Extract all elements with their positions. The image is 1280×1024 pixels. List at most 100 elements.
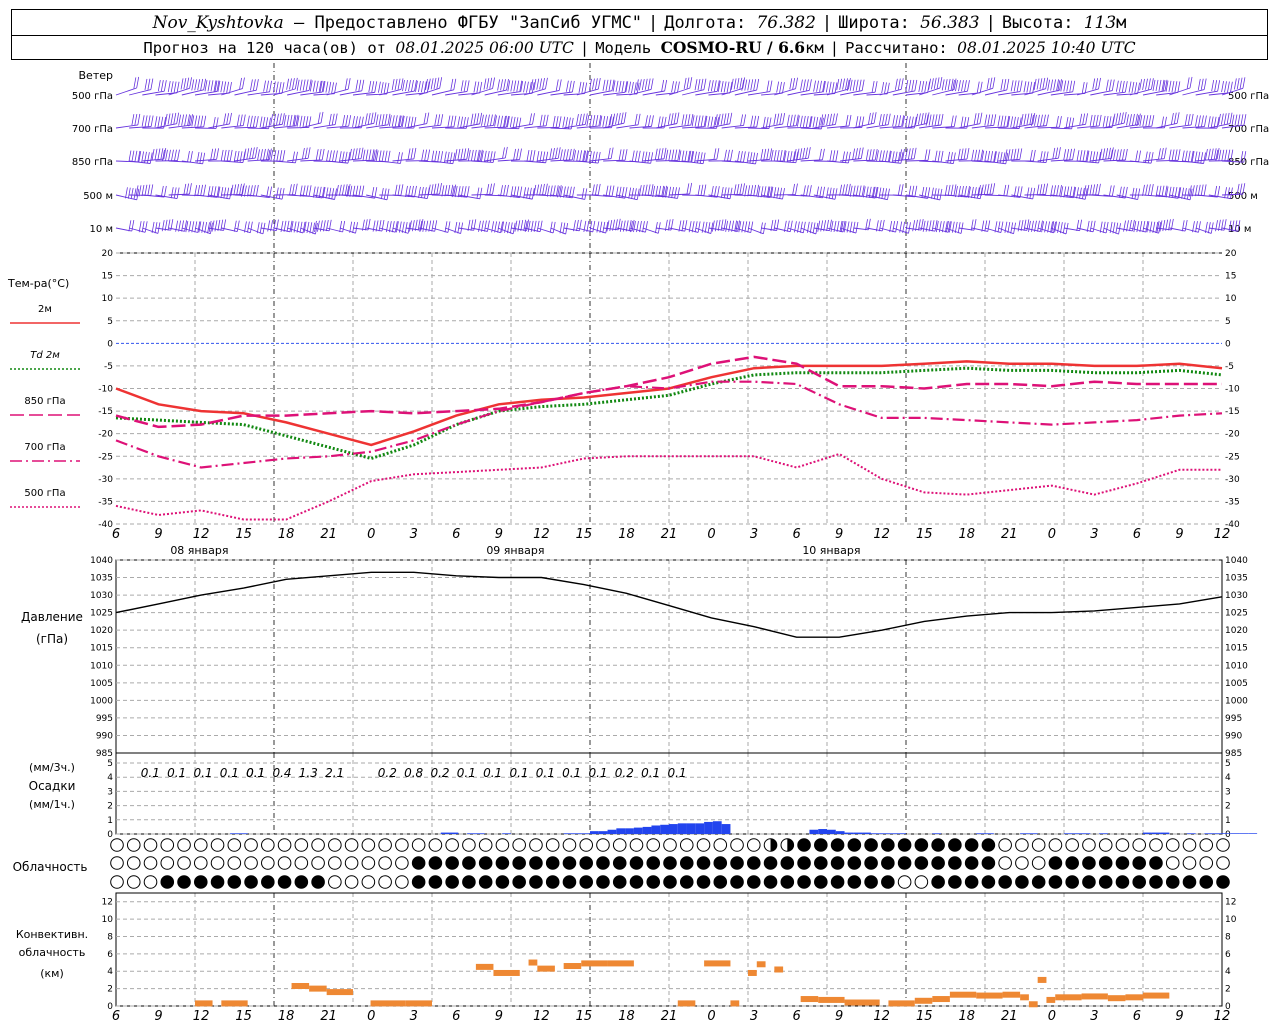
wind-barb-feather <box>381 114 385 126</box>
wind-barb-feather <box>202 152 206 164</box>
wind-barb-feather <box>345 115 349 127</box>
cloud-cover-symbol <box>998 875 1012 889</box>
wind-barb-feather <box>378 81 381 93</box>
conv-ytick: 8 <box>107 932 113 942</box>
wind-barb-feather <box>150 184 154 196</box>
wind-barb-feather <box>424 149 428 161</box>
wind-barb-feather <box>447 115 451 127</box>
wind-barb-feather <box>1046 114 1049 126</box>
wind-barb-feather <box>634 113 638 126</box>
wind-barb-feather <box>358 116 361 128</box>
wind-barb-feather <box>426 112 430 124</box>
wind-barb-feather <box>1023 81 1027 93</box>
cloud-cover-symbol <box>512 856 526 870</box>
wind-barb-feather <box>845 114 849 127</box>
wind-barb-feather <box>944 185 948 197</box>
wind-barb-feather <box>576 219 579 232</box>
wind-barb-feather <box>223 81 227 93</box>
wind-barb-feather <box>1148 78 1151 90</box>
cloud-cover-symbol <box>126 875 141 889</box>
wind-barb-feather <box>246 148 250 160</box>
wind-barb-feather <box>146 152 150 164</box>
wind-barb-feather <box>970 219 974 231</box>
pressure-unit: (гПа) <box>36 632 68 646</box>
wind-barb-feather <box>729 187 733 199</box>
wind-barb-feather <box>544 183 548 195</box>
wind-barb-feather <box>539 78 543 90</box>
wind-barb-feather <box>1160 147 1164 160</box>
precip-bar <box>1160 832 1170 834</box>
conv-ytick: 2 <box>107 985 113 995</box>
wind-barb-feather <box>154 148 158 160</box>
wind-barb-shaft <box>576 160 599 164</box>
wind-barb-feather <box>170 187 174 199</box>
wind-barb-feather <box>579 113 582 125</box>
wind-barb-shaft <box>682 160 704 165</box>
conv-cloud-bar <box>914 997 933 1004</box>
wind-barb-feather <box>897 78 901 90</box>
wind-barb-feather <box>1013 116 1016 128</box>
wind-barb-feather <box>200 115 204 127</box>
wind-barb-shaft <box>181 160 203 165</box>
cloud-cover-symbol <box>545 856 560 870</box>
conv-cloud-bar <box>221 1000 248 1007</box>
wind-barb-feather <box>977 149 981 161</box>
conv-ytick-right: 12 <box>1225 898 1236 908</box>
wind-barb-feather <box>1079 150 1083 162</box>
cloud-cover-symbol <box>110 875 124 889</box>
wind-barb-feather <box>281 113 285 125</box>
wind-barb-feather <box>483 78 487 90</box>
cloud-cover-symbol <box>244 856 258 870</box>
wind-barb-feather <box>173 112 177 125</box>
conv-cloud-bar <box>1143 992 1170 999</box>
wind-barb-feather <box>871 149 875 161</box>
wind-barb-feather <box>736 183 740 196</box>
wind-barb-feather <box>689 77 693 89</box>
wind-barb-feather <box>457 148 461 161</box>
wind-barb-feather <box>368 80 372 93</box>
wind-barb-feather <box>1195 221 1198 233</box>
wind-barb-feather <box>1059 116 1062 128</box>
wind-barb-feather <box>1006 184 1010 196</box>
precip-3h-sum: 0.1 <box>193 766 212 780</box>
cloud-cover-symbol <box>277 856 292 870</box>
wind-barb-feather <box>1229 112 1233 124</box>
wind-barb-feather <box>444 185 448 197</box>
wind-barb-feather <box>262 116 266 129</box>
wind-barb-feather <box>479 112 483 124</box>
wind-barb-feather <box>1092 184 1096 196</box>
wind-barb-feather <box>647 151 651 164</box>
wind-barb-feather <box>1056 115 1059 128</box>
wind-barb-feather <box>720 81 724 93</box>
cloud-cover-symbol <box>663 875 677 889</box>
wind-barb-feather <box>1152 221 1156 233</box>
wind-barb-feather <box>950 184 954 196</box>
wind-barb-feather <box>723 81 727 93</box>
conv-cloud-bar <box>291 983 310 990</box>
temp-xtick: 9 <box>1175 527 1183 542</box>
wind-barb-feather <box>183 77 187 90</box>
wind-barb-feather <box>160 185 164 198</box>
wind-barb-feather <box>786 150 790 163</box>
wind-barb-feather <box>1092 114 1096 127</box>
wind-barb-feather <box>927 149 931 161</box>
conv-cloud-bar <box>563 963 582 970</box>
wind-barb-feather <box>1187 114 1191 126</box>
wind-barb-feather <box>370 112 374 124</box>
wind-barb-feather <box>260 149 263 161</box>
cloud-cover-symbol <box>579 875 594 889</box>
wind-barb-feather <box>187 150 190 163</box>
wind-barb-feather <box>216 148 219 160</box>
wind-barb-feather <box>806 185 809 197</box>
wind-barb-feather <box>444 221 448 233</box>
cloud-cover-symbol <box>746 856 761 870</box>
wind-barb-feather <box>552 147 555 160</box>
wind-barb-feather <box>599 221 603 233</box>
wind-barb-feather <box>417 219 421 231</box>
wind-barb-feather <box>703 78 707 90</box>
wind-barb-feather <box>934 150 938 162</box>
cloud-cover-symbol <box>596 838 610 852</box>
wind-barb-feather <box>490 114 493 126</box>
wind-barb-feather <box>1066 148 1070 161</box>
cloud-cover-symbol <box>160 856 175 870</box>
